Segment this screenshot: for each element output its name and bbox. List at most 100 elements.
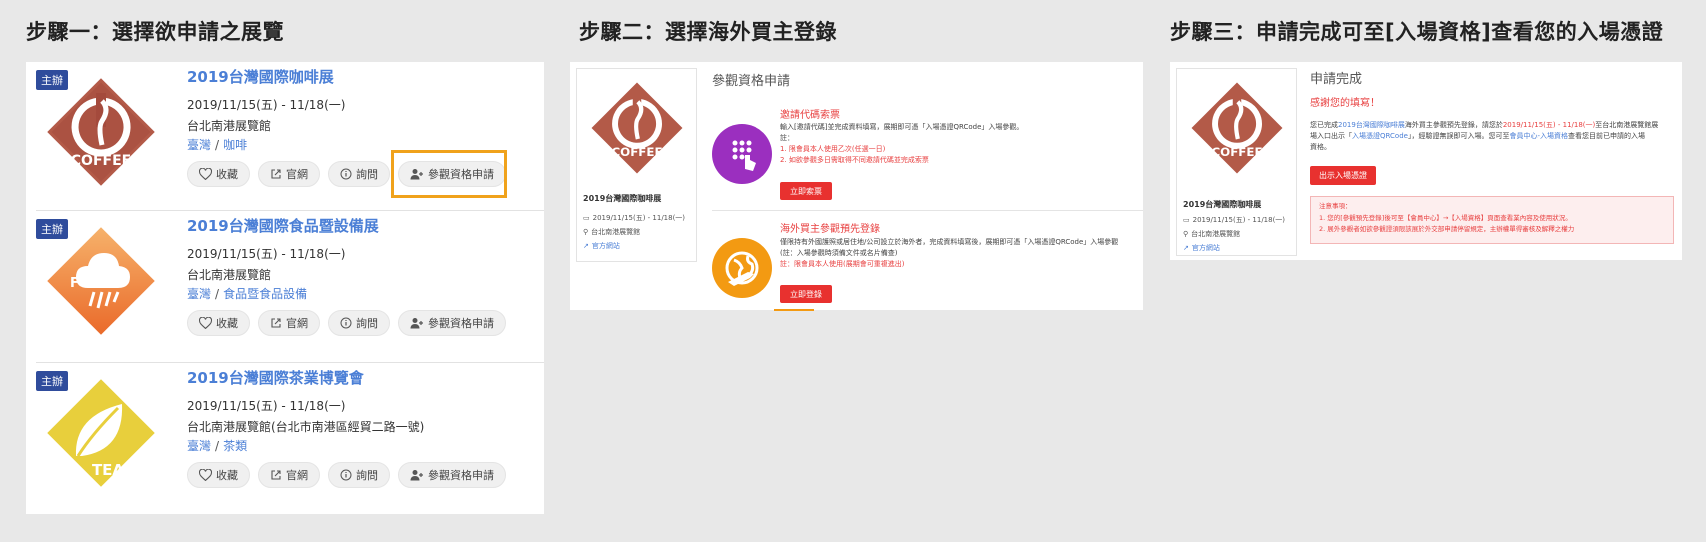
expo-venue: 台北南港展覽館 bbox=[187, 268, 272, 282]
expo-date: 2019/11/15(五) - 11/18(一) bbox=[187, 98, 346, 112]
inquiry-label: 詢問 bbox=[356, 317, 378, 330]
complete-message-line2: 場入口出示「入場憑證QRCode」，經驗證無誤即可入場。您可至會員中心-入場資格… bbox=[1310, 132, 1645, 140]
hover-indicator bbox=[774, 309, 814, 311]
invite-code-icon bbox=[712, 124, 772, 184]
inquiry-button[interactable]: 詢問 bbox=[328, 462, 390, 488]
host-badge: 主辦 bbox=[36, 371, 68, 391]
side-logo-text: COFFEE bbox=[611, 145, 662, 159]
add-user-icon bbox=[410, 470, 423, 481]
favorite-button[interactable]: 收藏 bbox=[187, 161, 250, 187]
side-venue: ⚲ 台北南港展覽館 bbox=[1183, 230, 1241, 238]
favorite-label: 收藏 bbox=[216, 469, 238, 482]
notice-title: 注意事項： bbox=[1319, 202, 1352, 210]
category-link[interactable]: 茶類 bbox=[223, 439, 247, 453]
side-website-link[interactable]: ↗ 官方網站 bbox=[1183, 243, 1220, 253]
step2-title: 步驟二：選擇海外買主登錄 bbox=[579, 20, 837, 44]
expo-info-card: COFFEE 2019台灣國際咖啡展 ▭ 2019/11/15(五) - 11/1… bbox=[1176, 68, 1297, 256]
option1-title: 邀請代碼索票 bbox=[780, 110, 840, 121]
expo-card-tea[interactable]: TEA 主辦 2019台灣國際茶業博覽會 2019/11/15(五) - 11/… bbox=[26, 363, 538, 511]
tea-logo-text: TEA bbox=[92, 461, 124, 479]
apply-button[interactable]: 參觀資格申請 bbox=[398, 310, 506, 336]
inquiry-label: 詢問 bbox=[356, 168, 378, 181]
apply-label: 參觀資格申請 bbox=[428, 469, 494, 482]
get-ticket-button[interactable]: 立即索票 bbox=[780, 182, 832, 200]
category-link[interactable]: 咖啡 bbox=[223, 138, 247, 152]
thanks-text: 感謝您的填寫！ bbox=[1310, 98, 1380, 109]
region-link[interactable]: 臺灣 bbox=[187, 138, 211, 152]
expo-venue: 台北南港展覽館(台北市南港區經貿二路一號) bbox=[187, 420, 425, 434]
website-button[interactable]: 官網 bbox=[258, 310, 320, 336]
website-label: 官網 bbox=[286, 168, 308, 181]
option2-desc2: (註：入場參觀時須備文件或名片備查) bbox=[780, 249, 898, 257]
expo-actions: 收藏 官網 詢問 參觀資格申請 bbox=[187, 462, 506, 488]
website-label: 官網 bbox=[286, 469, 308, 482]
divider bbox=[712, 210, 1143, 211]
register-button[interactable]: 立即登錄 bbox=[780, 285, 832, 303]
add-user-icon bbox=[410, 318, 423, 329]
expo-title[interactable]: 2019台灣國際咖啡展 bbox=[187, 66, 334, 87]
option2-desc: 僅限持有外國護照或居住地/公司設立於海外者，完成資料填寫後，展期即可憑「入場憑證… bbox=[780, 238, 1119, 246]
expo-title[interactable]: 2019台灣國際茶業博覽會 bbox=[187, 367, 364, 388]
expo-category: 臺灣 / 咖啡 bbox=[187, 138, 248, 152]
expo-title[interactable]: 2019台灣國際食品暨設備展 bbox=[187, 215, 379, 236]
host-badge: 主辦 bbox=[36, 219, 68, 239]
option1-note1: 1. 限會員本人使用乙次(任選一日) bbox=[780, 145, 886, 153]
region-link[interactable]: 臺灣 bbox=[187, 439, 211, 453]
favorite-label: 收藏 bbox=[216, 317, 238, 330]
favorite-label: 收藏 bbox=[216, 168, 238, 181]
complete-message-line3: 資格。 bbox=[1310, 143, 1331, 151]
notice-item-2: 2. 展外參觀者如欲參觀證須限該展於外交部申請停留規定，主辦權單得審核及解釋之權… bbox=[1319, 225, 1575, 233]
heart-icon bbox=[199, 168, 212, 180]
location-icon: ⚲ bbox=[583, 228, 589, 236]
member-center-link[interactable]: 會員中心-入場資格 bbox=[1509, 132, 1568, 140]
coffee-logo: COFFEE bbox=[582, 73, 692, 187]
complete-message-line1: 您已完成2019台灣國際咖啡展海外買主參觀預先登錄，請您於2019/11/15(… bbox=[1310, 121, 1659, 129]
complete-heading: 申請完成 bbox=[1310, 72, 1363, 87]
external-link-icon bbox=[271, 169, 281, 179]
expo-date: 2019/11/15(五) - 11/18(一) bbox=[187, 399, 346, 413]
calendar-icon: ▭ bbox=[583, 214, 590, 222]
category-link[interactable]: 食品暨食品設備 bbox=[223, 287, 307, 301]
expo-category: 臺灣 / 茶類 bbox=[187, 439, 248, 453]
heart-icon bbox=[199, 317, 212, 329]
highlight-box bbox=[391, 150, 507, 198]
complete-panel: COFFEE 2019台灣國際咖啡展 ▭ 2019/11/15(五) - 11/1… bbox=[1170, 62, 1682, 260]
apply-label: 參觀資格申請 bbox=[428, 317, 494, 330]
apply-options-panel: COFFEE 2019台灣國際咖啡展 ▭ 2019/11/15(五) - 11/1… bbox=[570, 62, 1143, 311]
favorite-button[interactable]: 收藏 bbox=[187, 462, 250, 488]
option1-note: 註： bbox=[780, 134, 794, 142]
side-date: ▭ 2019/11/15(五) - 11/18(一) bbox=[1183, 216, 1286, 224]
option2-note: 註：限會員本人使用(展期會可重複進出) bbox=[780, 260, 905, 268]
website-button[interactable]: 官網 bbox=[258, 161, 320, 187]
side-venue: ⚲ 台北南港展覽館 bbox=[583, 228, 641, 236]
side-expo-name: 2019台灣國際咖啡展 bbox=[1183, 200, 1262, 209]
apply-button[interactable]: 參觀資格申請 bbox=[398, 462, 506, 488]
external-link-icon: ↗ bbox=[1183, 244, 1189, 252]
inquiry-button[interactable]: 詢問 bbox=[328, 310, 390, 336]
coffee-logo-text: COFFEE bbox=[71, 153, 131, 169]
website-label: 官網 bbox=[286, 317, 308, 330]
location-icon: ⚲ bbox=[1183, 230, 1189, 238]
website-button[interactable]: 官網 bbox=[258, 462, 320, 488]
external-link-icon bbox=[271, 470, 281, 480]
region-link[interactable]: 臺灣 bbox=[187, 287, 211, 301]
expo-list-panel: COFFEE 主辦 2019台灣國際咖啡展 2019/11/15(五) - 11… bbox=[26, 62, 544, 514]
show-ticket-button[interactable]: 出示入場憑證 bbox=[1310, 166, 1376, 185]
coffee-logo: COFFEE bbox=[1182, 73, 1292, 187]
side-date: ▭ 2019/11/15(五) - 11/18(一) bbox=[583, 214, 686, 222]
expo-date: 2019/11/15(五) - 11/18(一) bbox=[187, 247, 346, 261]
heart-icon bbox=[199, 469, 212, 481]
notice-item-1: 1. 您的[參觀預先登錄]後可至【會員中心】→【入場資格】頁面查看業內容及使用狀… bbox=[1319, 214, 1572, 222]
option1-note2: 2. 如欲參觀多日需取得不同邀請代碼並完成索票 bbox=[780, 156, 929, 164]
info-icon bbox=[340, 469, 352, 481]
host-badge: 主辦 bbox=[36, 70, 68, 90]
side-website-link[interactable]: ↗ 官方網站 bbox=[583, 241, 620, 251]
globe-icon bbox=[712, 238, 772, 298]
side-logo-text: COFFEE bbox=[1211, 145, 1262, 159]
expo-actions: 收藏 官網 詢問 參觀資格申請 bbox=[187, 310, 506, 336]
expo-venue: 台北南港展覽館 bbox=[187, 119, 272, 133]
expo-card-food[interactable]: FOOD 主辦 2019台灣國際食品暨設備展 2019/11/15(五) - 1… bbox=[26, 211, 538, 359]
inquiry-button[interactable]: 詢問 bbox=[328, 161, 390, 187]
favorite-button[interactable]: 收藏 bbox=[187, 310, 250, 336]
calendar-icon: ▭ bbox=[1183, 216, 1190, 224]
